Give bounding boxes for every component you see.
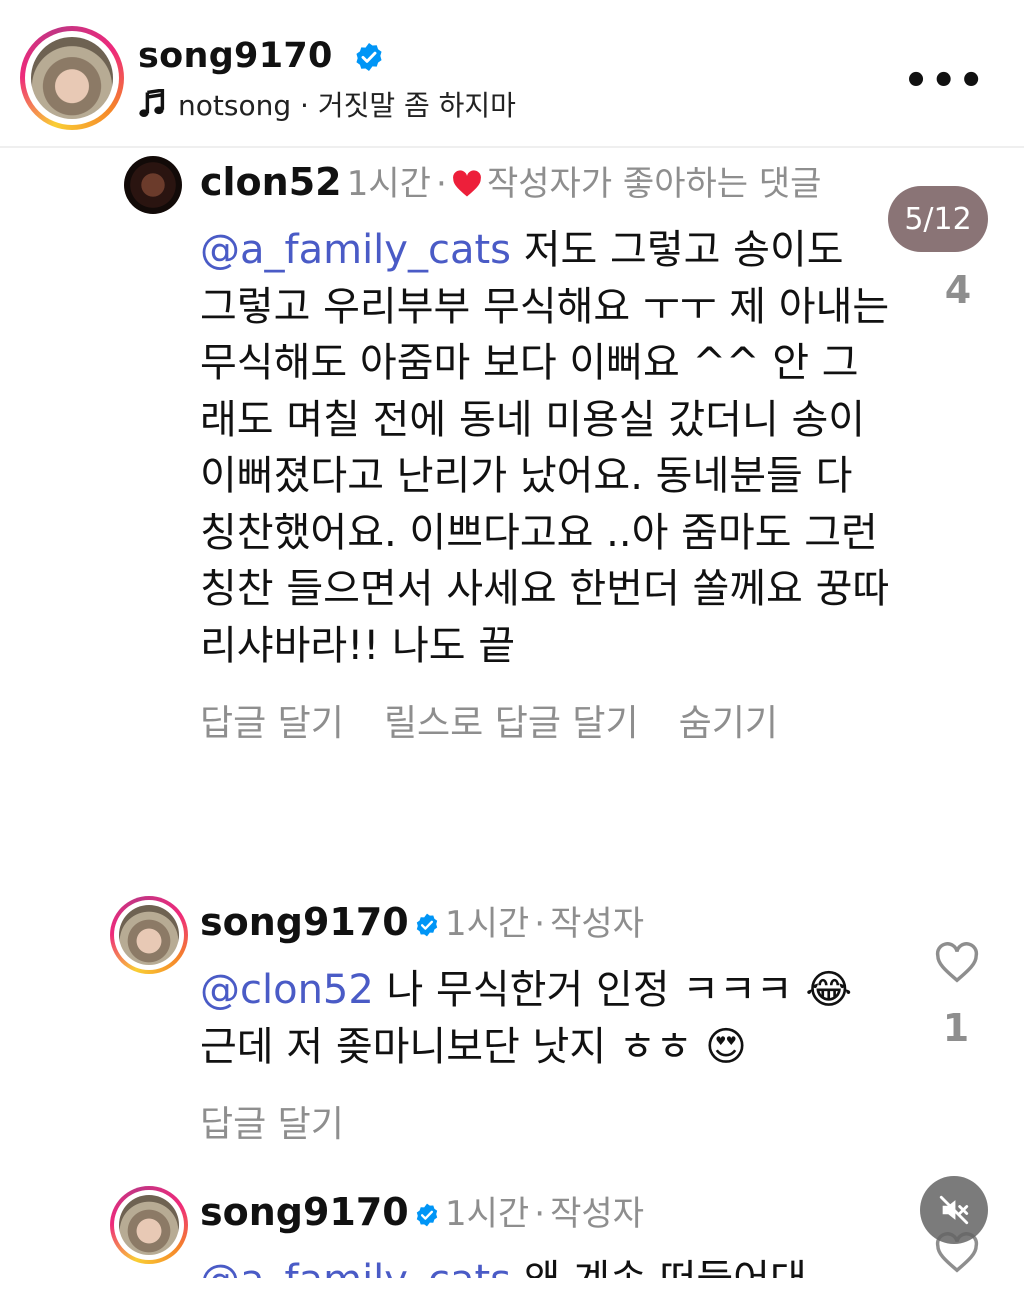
like-count: 4 <box>944 268 972 312</box>
comment-username[interactable]: song9170 <box>200 1190 409 1234</box>
author-avatar[interactable] <box>110 896 188 974</box>
verified-badge-icon <box>416 1203 438 1227</box>
mute-icon <box>939 1195 969 1225</box>
comment-time: 1시간 <box>444 904 530 944</box>
comment-time: 1시간 <box>444 1194 530 1234</box>
more-options-button[interactable]: ••• <box>903 58 986 104</box>
meta-separator: · <box>435 164 447 204</box>
comment-2: song9170 1시간 · 작성자 @clon52 나 무식한거 인정 ㅋㅋㅋ… <box>200 896 890 1147</box>
author-avatar[interactable] <box>20 26 124 130</box>
reply-with-reel-button[interactable]: 릴스로 답글 달기 <box>384 694 639 746</box>
author-header: song9170 <box>138 36 385 76</box>
music-artist: notsong <box>178 89 292 122</box>
heart-icon[interactable] <box>934 940 980 986</box>
like-count: 1 <box>942 1006 970 1050</box>
author-username[interactable]: song9170 <box>138 36 333 76</box>
commenter-avatar[interactable] <box>124 156 182 214</box>
reply-button[interactable]: 답글 달기 <box>200 694 344 746</box>
comment-body: 저도 그렇고 송이도 그렇고 우리부부 무식해요 ㅜㅜ 제 아내는 무식해도 아… <box>200 227 890 669</box>
comment-time: 1시간 <box>346 164 431 204</box>
comment-username[interactable]: clon52 <box>200 160 342 204</box>
comment-actions: 답글 달기 <box>200 1095 890 1147</box>
comment-text: @a_family_cats 왜 계속 떠들어대 <box>200 1252 890 1278</box>
author-role-label: 작성자 <box>550 1194 644 1234</box>
comment-text: @clon52 나 무식한거 인정 ㅋㅋㅋ 😂 근데 저 좆마니보단 낫지 ㅎㅎ… <box>200 962 890 1075</box>
comment-1: clon52 1시간 · 작성자가 좋아하는 댓글 @a_family_cats… <box>200 156 890 746</box>
comment-body: 왜 계속 떠들어대 <box>511 1257 807 1278</box>
comment-actions: 답글 달기 릴스로 답글 달기 숨기기 <box>200 694 890 746</box>
meta-separator: · <box>534 904 546 944</box>
mention-link[interactable]: @clon52 <box>200 967 374 1013</box>
comment-username[interactable]: song9170 <box>200 900 409 944</box>
music-note-icon <box>139 89 165 118</box>
verified-badge-icon <box>416 913 438 937</box>
music-separator: · <box>300 89 309 122</box>
author-avatar[interactable] <box>110 1186 188 1264</box>
reply-button[interactable]: 답글 달기 <box>200 1095 344 1147</box>
mention-link[interactable]: @a_family_cats <box>200 227 511 273</box>
liked-by-author-label: 작성자가 좋아하는 댓글 <box>486 164 822 204</box>
author-role-label: 작성자 <box>550 904 644 944</box>
meta-separator: · <box>534 1194 546 1234</box>
mute-button[interactable] <box>920 1176 988 1244</box>
music-info[interactable]: notsong · 거짓말 좀 하지마 <box>138 84 516 124</box>
music-title: 거짓말 좀 하지마 <box>317 89 516 122</box>
hide-button[interactable]: 숨기기 <box>679 694 778 746</box>
post-header: song9170 notsong · 거짓말 좀 하지마 ••• <box>0 0 1024 148</box>
heart-icon <box>452 170 481 197</box>
comment-text: @a_family_cats 저도 그렇고 송이도 그렇고 우리부부 무식해요 … <box>200 222 890 674</box>
verified-badge-icon <box>356 43 382 71</box>
comment-3: song9170 1시간 · 작성자 @a_family_cats 왜 계속 떠… <box>200 1186 890 1278</box>
page-indicator: 5/12 <box>888 186 988 252</box>
mention-link[interactable]: @a_family_cats <box>200 1257 511 1278</box>
